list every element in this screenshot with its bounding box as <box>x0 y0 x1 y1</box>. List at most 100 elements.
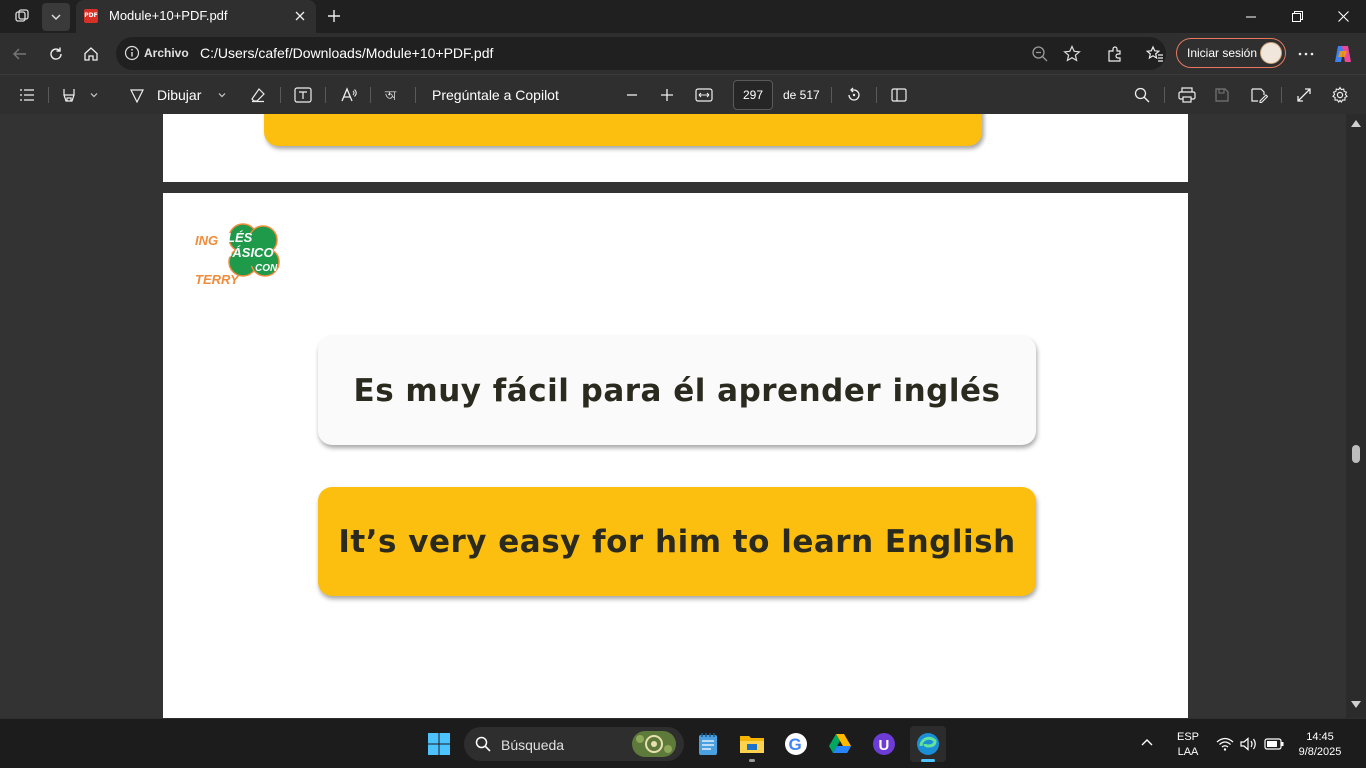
draw-label: Dibujar <box>157 87 202 103</box>
clock[interactable]: 14:45 9/8/2025 <box>1290 731 1350 758</box>
tab-actions-chevron-icon[interactable] <box>42 3 70 31</box>
ask-copilot-label: Pregúntale a Copilot <box>432 87 559 103</box>
home-icon[interactable] <box>76 39 106 69</box>
google-drive-icon[interactable] <box>822 726 858 762</box>
toolbar-separator <box>48 87 49 103</box>
fullscreen-icon[interactable] <box>1293 83 1315 107</box>
extensions-icon[interactable] <box>1100 39 1130 69</box>
scroll-up-arrow-icon[interactable] <box>1351 120 1361 127</box>
page-number-input[interactable]: 297 <box>733 80 773 110</box>
page-view-icon[interactable] <box>888 83 910 107</box>
workspaces-icon[interactable] <box>8 2 36 30</box>
clock-time: 14:45 <box>1306 731 1334 743</box>
scroll-down-arrow-icon[interactable] <box>1351 701 1361 708</box>
favorites-icon[interactable] <box>1140 39 1170 69</box>
new-tab-icon[interactable] <box>320 2 348 30</box>
settings-gear-icon[interactable] <box>1329 83 1351 107</box>
zoom-out-button-icon[interactable] <box>621 83 643 107</box>
svg-text:অ: অ <box>384 89 397 103</box>
translate-icon[interactable]: অ <box>382 83 406 107</box>
volume-icon[interactable] <box>1240 737 1258 751</box>
address-scheme-label: Archivo <box>144 46 189 60</box>
more-options-icon[interactable] <box>1291 39 1321 69</box>
notepad-icon[interactable] <box>690 726 726 762</box>
microsoft-edge-icon[interactable] <box>910 726 946 762</box>
svg-text:LÉS: LÉS <box>227 230 253 245</box>
yellow-card-partial <box>264 114 982 146</box>
eraser-icon[interactable] <box>247 83 269 107</box>
close-window-icon[interactable] <box>1320 0 1366 33</box>
tab-close-icon[interactable] <box>290 6 310 26</box>
toolbar-separator <box>370 87 371 103</box>
svg-text:BÁSICO: BÁSICO <box>223 245 274 260</box>
find-icon[interactable] <box>1131 83 1153 107</box>
address-bar[interactable]: Archivo C:/Users/cafef/Downloads/Module+… <box>116 37 1166 70</box>
google-chrome-icon[interactable]: G <box>778 726 814 762</box>
lang-line2: LAA <box>1177 746 1199 758</box>
copilot-icon[interactable] <box>1328 39 1358 69</box>
highlight-options-chevron-icon[interactable] <box>86 83 102 107</box>
favorite-star-icon[interactable] <box>1063 45 1081 63</box>
show-hidden-icons-chevron-icon[interactable] <box>1140 736 1154 750</box>
draw-options-chevron-icon[interactable] <box>214 83 230 107</box>
contents-list-icon[interactable] <box>16 83 38 107</box>
rotate-icon[interactable] <box>843 83 865 107</box>
save-as-icon[interactable] <box>1248 83 1270 107</box>
vertical-scrollbar[interactable] <box>1346 114 1366 718</box>
fit-width-icon[interactable] <box>693 83 715 107</box>
tab-strip: PDF Module+10+PDF.pdf <box>0 0 1366 33</box>
windows-start-icon[interactable] <box>421 726 457 762</box>
draw-button[interactable]: Dibujar <box>157 83 201 107</box>
logo-text-top: ING <box>195 233 219 248</box>
scroll-thumb[interactable] <box>1352 445 1360 463</box>
pdf-toolbar: Dibujar অ Pregúntale a Copilot 297 de 51… <box>0 74 1366 114</box>
info-icon[interactable] <box>124 45 140 61</box>
toolbar-separator <box>415 87 416 103</box>
taskbar: Búsqueda G U ESP LAA 14:45 9/8/2025 <box>0 718 1366 768</box>
add-text-icon[interactable] <box>292 83 314 107</box>
toolbar-separator <box>1281 87 1282 103</box>
toolbar-separator <box>1164 87 1165 103</box>
avatar <box>1260 42 1282 64</box>
toolbar-separator <box>876 87 877 103</box>
running-indicator <box>749 759 755 762</box>
back-icon[interactable] <box>5 39 35 69</box>
ingles-basico-logo: LÉS BÁSICO CON ING TERRY <box>195 220 287 288</box>
pdf-viewer[interactable]: LÉS BÁSICO CON ING TERRY Es muy fácil pa… <box>0 114 1366 718</box>
minimize-icon[interactable] <box>1228 0 1274 33</box>
address-url[interactable]: C:/Users/cafef/Downloads/Module+10+PDF.p… <box>200 45 493 61</box>
draw-icon[interactable] <box>126 83 148 107</box>
toolbar-separator <box>831 87 832 103</box>
clock-date: 9/8/2025 <box>1298 746 1342 758</box>
u-app-icon[interactable]: U <box>866 726 902 762</box>
signin-label: Iniciar sesión <box>1187 46 1258 60</box>
search-icon <box>475 736 491 752</box>
highlight-icon[interactable] <box>58 83 80 107</box>
taskbar-search-label: Búsqueda <box>501 737 565 753</box>
toolbar-separator <box>325 87 326 103</box>
toolbar-separator <box>280 87 281 103</box>
tab-active[interactable]: PDF Module+10+PDF.pdf <box>76 0 316 33</box>
active-app-indicator <box>921 759 935 762</box>
refresh-icon[interactable] <box>41 39 71 69</box>
zoom-out-icon[interactable] <box>1031 45 1049 63</box>
wifi-icon[interactable] <box>1216 737 1234 751</box>
battery-icon[interactable] <box>1264 738 1284 750</box>
read-aloud-icon[interactable] <box>337 83 361 107</box>
save-icon[interactable] <box>1211 83 1233 107</box>
lang-line1: ESP <box>1176 731 1199 743</box>
file-explorer-icon[interactable] <box>734 726 770 762</box>
restore-icon[interactable] <box>1274 0 1320 33</box>
pdf-page-current: LÉS BÁSICO CON ING TERRY Es muy fácil pa… <box>163 193 1188 718</box>
pdf-page-previous <box>163 114 1188 182</box>
spanish-sentence-card: Es muy fácil para él aprender inglés <box>318 336 1036 445</box>
print-icon[interactable] <box>1176 83 1198 107</box>
input-language[interactable]: ESP LAA <box>1170 731 1206 758</box>
svg-text:U: U <box>879 737 890 754</box>
ask-copilot-button[interactable]: Pregúntale a Copilot <box>432 83 559 107</box>
logo-text-bottom: TERRY <box>195 272 239 287</box>
signin-button[interactable]: Iniciar sesión <box>1176 38 1286 68</box>
pdf-favicon-icon: PDF <box>84 9 98 23</box>
taskbar-search-box[interactable]: Búsqueda <box>464 727 684 761</box>
zoom-in-button-icon[interactable] <box>656 83 678 107</box>
